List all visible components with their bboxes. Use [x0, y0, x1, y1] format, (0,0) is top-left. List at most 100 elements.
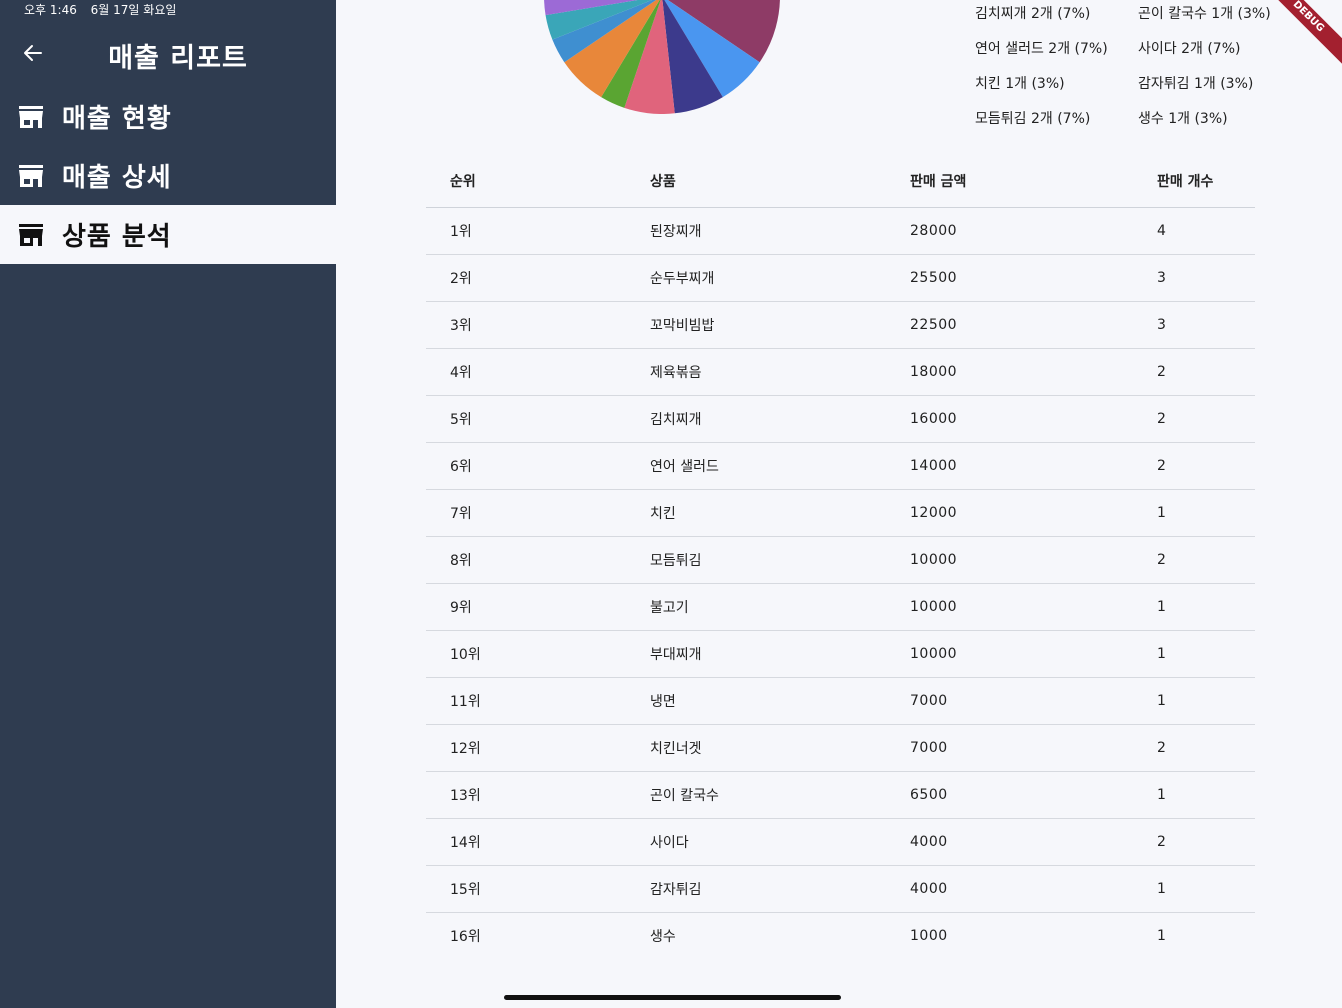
cell-product: 꼬막비빔밥: [650, 301, 910, 349]
sidebar-item-label: 매출 상세: [62, 163, 172, 193]
cell-product: 생수: [650, 928, 676, 945]
legend-item: 생수 1개 (3%): [1138, 111, 1228, 127]
legend-item: 모듬튀김 2개 (7%): [975, 111, 1091, 127]
cell-sales-amount: 1000: [910, 927, 948, 944]
store-icon: [19, 105, 43, 128]
cell-sales-count: 1: [1157, 865, 1255, 913]
cell-product: 냉면: [650, 677, 910, 725]
sidebar-item-sales-status[interactable]: 매출 현황: [0, 87, 336, 146]
status-bar: 오후 1:46 6월 17일 화요일: [24, 1, 176, 18]
cell-sales-count: 2: [1157, 818, 1255, 866]
cell-sales-count: 1: [1157, 630, 1255, 678]
cell-rank: 8위: [426, 536, 650, 584]
cell-product: 된장찌개: [650, 207, 910, 255]
table-row: 15위 감자튀김 4000 1: [426, 865, 1255, 913]
header-sales-amount: 판매 금액: [910, 155, 1157, 208]
cell-rank: 4위: [426, 348, 650, 396]
sidebar-item-sales-detail[interactable]: 매출 상세: [0, 146, 336, 205]
cell-product: 사이다: [650, 818, 910, 866]
legend-item: 치킨 1개 (3%): [975, 76, 1065, 92]
cell-sales-amount: 25500: [910, 254, 1157, 302]
sidebar: 오후 1:46 6월 17일 화요일 매출 리포트 매출 현황 매출 상세 상품…: [0, 0, 336, 1008]
cell-rank: 10위: [426, 630, 650, 678]
cell-rank: 6위: [426, 442, 650, 490]
sidebar-header: 매출 리포트: [0, 28, 336, 78]
cell-sales-count: 2: [1157, 395, 1255, 443]
cell-sales-count: 1: [1157, 927, 1166, 944]
table-row: 8위 모듬튀김 10000 2: [426, 536, 1255, 584]
cell-sales-count: 3: [1157, 254, 1255, 302]
cell-sales-count: 4: [1157, 207, 1255, 255]
home-indicator: [504, 995, 841, 1000]
table-row: 5위 김치찌개 16000 2: [426, 395, 1255, 443]
cell-sales-amount: 4000: [910, 865, 1157, 913]
cell-rank: 16위: [450, 928, 481, 945]
cell-sales-count: 2: [1157, 348, 1255, 396]
table-row: 1위 된장찌개 28000 4: [426, 207, 1255, 255]
table-row: 10위 부대찌개 10000 1: [426, 630, 1255, 678]
cell-product: 치킨: [650, 489, 910, 537]
cell-rank: 1위: [426, 207, 650, 255]
cell-product: 불고기: [650, 583, 910, 631]
cell-product: 연어 샐러드: [650, 442, 910, 490]
cell-sales-amount: 7000: [910, 677, 1157, 725]
cell-rank: 9위: [426, 583, 650, 631]
cell-rank: 3위: [426, 301, 650, 349]
cell-sales-count: 2: [1157, 724, 1255, 772]
header-product: 상품: [650, 155, 910, 208]
table-row: 14위 사이다 4000 2: [426, 818, 1255, 866]
cell-sales-amount: 28000: [910, 207, 1157, 255]
product-ranking-table: 순위 상품 판매 금액 판매 개수 1위 된장찌개 28000 4 2위 순두부찌개 255…: [426, 155, 1255, 959]
store-icon: [19, 223, 43, 246]
cell-sales-count: 1: [1157, 583, 1255, 631]
sidebar-menu: 매출 현황 매출 상세 상품 분석: [0, 87, 336, 264]
cell-sales-amount: 6500: [910, 771, 1157, 819]
header-sales-count: 판매 개수: [1157, 155, 1255, 208]
cell-product: 제육볶음: [650, 348, 910, 396]
cell-product: 부대찌개: [650, 630, 910, 678]
table-row: 13위 곤이 칼국수 6500 1: [426, 771, 1255, 819]
cell-sales-count: 2: [1157, 536, 1255, 584]
cell-rank: 15위: [426, 865, 650, 913]
cell-sales-amount: 12000: [910, 489, 1157, 537]
cell-rank: 7위: [426, 489, 650, 537]
cell-sales-amount: 4000: [910, 818, 1157, 866]
table-row: 2위 순두부찌개 25500 3: [426, 254, 1255, 302]
legend-item: 감자튀김 1개 (3%): [1138, 76, 1254, 92]
cell-rank: 5위: [426, 395, 650, 443]
table-header-row: 순위 상품 판매 금액 판매 개수: [426, 155, 1255, 208]
cell-sales-count: 3: [1157, 301, 1255, 349]
cell-sales-count: 1: [1157, 677, 1255, 725]
table-row: 9위 불고기 10000 1: [426, 583, 1255, 631]
legend-item: 곤이 칼국수 1개 (3%): [1138, 6, 1271, 22]
sidebar-item-label: 상품 분석: [62, 222, 172, 252]
cell-rank: 14위: [426, 818, 650, 866]
cell-sales-amount: 10000: [910, 536, 1157, 584]
table-row: 6위 연어 샐러드 14000 2: [426, 442, 1255, 490]
cell-sales-amount: 10000: [910, 630, 1157, 678]
sidebar-item-product-analysis[interactable]: 상품 분석: [0, 205, 336, 264]
cell-product: 감자튀김: [650, 865, 910, 913]
product-pie-chart: [544, 0, 780, 114]
table-row: 16위 생수 1000 1: [426, 912, 1255, 959]
cell-sales-amount: 10000: [910, 583, 1157, 631]
cell-product: 김치찌개: [650, 395, 910, 443]
cell-product: 치킨너겟: [650, 724, 910, 772]
legend-item: 사이다 2개 (7%): [1138, 41, 1241, 57]
pie-chart-svg: [544, 0, 780, 114]
status-date: 6월 17일 화요일: [90, 3, 177, 17]
table-row: 12위 치킨너겟 7000 2: [426, 724, 1255, 772]
cell-sales-count: 1: [1157, 771, 1255, 819]
cell-sales-amount: 16000: [910, 395, 1157, 443]
table-row: 11위 냉면 7000 1: [426, 677, 1255, 725]
cell-product: 순두부찌개: [650, 254, 910, 302]
legend-item: 연어 샐러드 2개 (7%): [975, 41, 1108, 57]
header-rank: 순위: [426, 155, 650, 208]
table-row: 4위 제육볶음 18000 2: [426, 348, 1255, 396]
table-row: 3위 꼬막비빔밥 22500 3: [426, 301, 1255, 349]
cell-sales-amount: 18000: [910, 348, 1157, 396]
cell-sales-amount: 7000: [910, 724, 1157, 772]
table-row: 7위 치킨 12000 1: [426, 489, 1255, 537]
cell-rank: 11위: [426, 677, 650, 725]
store-icon: [19, 164, 43, 187]
